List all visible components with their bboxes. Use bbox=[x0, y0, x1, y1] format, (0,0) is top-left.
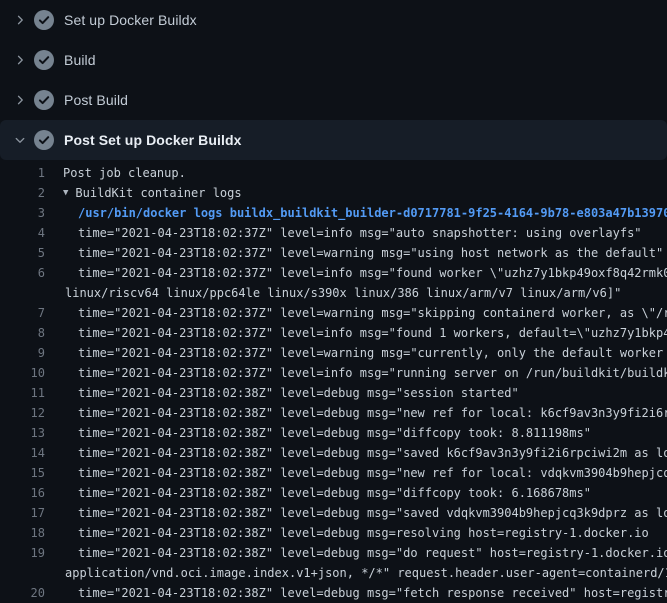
group-collapse-icon[interactable]: ▼ bbox=[63, 183, 68, 203]
log-line-text: time="2021-04-23T18:02:37Z" level=info m… bbox=[78, 263, 667, 283]
check-circle-icon bbox=[34, 50, 54, 70]
log-line: 8 time="2021-04-23T18:02:37Z" level=info… bbox=[0, 323, 667, 343]
log-line-number[interactable]: 5 bbox=[0, 243, 45, 263]
log-line-number[interactable] bbox=[0, 563, 45, 583]
log-group-title[interactable]: ▼BuildKit container logs bbox=[63, 183, 242, 203]
log-line-number[interactable]: 15 bbox=[0, 463, 45, 483]
log-line-text: time="2021-04-23T18:02:37Z" level=warnin… bbox=[78, 243, 663, 263]
log-line-number[interactable]: 13 bbox=[0, 423, 45, 443]
log-line-number[interactable]: 4 bbox=[0, 223, 45, 243]
log-line: 7 time="2021-04-23T18:02:37Z" level=warn… bbox=[0, 303, 667, 323]
step-label: Build bbox=[64, 52, 96, 68]
log-line-continuation: linux/riscv64 linux/ppc64le linux/s390x … bbox=[0, 283, 667, 303]
log-line-number[interactable]: 2 bbox=[0, 183, 45, 203]
log-line: 5 time="2021-04-23T18:02:37Z" level=warn… bbox=[0, 243, 667, 263]
check-circle-icon bbox=[34, 90, 54, 110]
log-line-number[interactable]: 16 bbox=[0, 483, 45, 503]
log-command-text: /usr/bin/docker logs buildx_buildkit_bui… bbox=[78, 203, 667, 223]
log-line: 15 time="2021-04-23T18:02:38Z" level=deb… bbox=[0, 463, 667, 483]
log-line-text: time="2021-04-23T18:02:38Z" level=debug … bbox=[78, 403, 667, 423]
log-line-number[interactable]: 3 bbox=[0, 203, 45, 223]
log-output: 1 Post job cleanup. 2 ▼BuildKit containe… bbox=[0, 160, 667, 603]
log-line-text: Post job cleanup. bbox=[63, 163, 186, 183]
log-line: 12 time="2021-04-23T18:02:38Z" level=deb… bbox=[0, 403, 667, 423]
log-line-number[interactable]: 14 bbox=[0, 443, 45, 463]
log-line-continuation: application/vnd.oci.image.index.v1+json,… bbox=[0, 563, 667, 583]
log-line-text: time="2021-04-23T18:02:37Z" level=info m… bbox=[78, 223, 642, 243]
log-line: 3 /usr/bin/docker logs buildx_buildkit_b… bbox=[0, 203, 667, 223]
log-line-text: time="2021-04-23T18:02:37Z" level=warnin… bbox=[78, 343, 667, 363]
log-line-text: time="2021-04-23T18:02:38Z" level=debug … bbox=[78, 503, 667, 523]
log-line-text: time="2021-04-23T18:02:38Z" level=debug … bbox=[78, 483, 591, 503]
log-line: 13 time="2021-04-23T18:02:38Z" level=deb… bbox=[0, 423, 667, 443]
log-line-number[interactable]: 17 bbox=[0, 503, 45, 523]
log-line: 16 time="2021-04-23T18:02:38Z" level=deb… bbox=[0, 483, 667, 503]
log-line-number[interactable]: 1 bbox=[0, 163, 45, 183]
log-line: 4 time="2021-04-23T18:02:37Z" level=info… bbox=[0, 223, 667, 243]
step-row[interactable]: Post Build bbox=[0, 80, 667, 120]
log-line: 20 time="2021-04-23T18:02:38Z" level=deb… bbox=[0, 583, 667, 603]
log-line: 6 time="2021-04-23T18:02:37Z" level=info… bbox=[0, 263, 667, 283]
log-line-text: time="2021-04-23T18:02:38Z" level=debug … bbox=[78, 583, 667, 603]
log-line-text: time="2021-04-23T18:02:38Z" level=debug … bbox=[78, 423, 591, 443]
log-line-text: time="2021-04-23T18:02:38Z" level=debug … bbox=[78, 443, 667, 463]
step-label: Post Set up Docker Buildx bbox=[64, 132, 242, 148]
log-line-number[interactable]: 18 bbox=[0, 523, 45, 543]
step-row[interactable]: Set up Docker Buildx bbox=[0, 0, 667, 40]
workflow-log-viewer: Set up Docker Buildx Build bbox=[0, 0, 667, 603]
log-line-number[interactable]: 10 bbox=[0, 363, 45, 383]
log-line-number[interactable]: 7 bbox=[0, 303, 45, 323]
step-row[interactable]: Post Set up Docker Buildx bbox=[0, 120, 667, 160]
log-line: 18 time="2021-04-23T18:02:38Z" level=deb… bbox=[0, 523, 667, 543]
log-line-text: time="2021-04-23T18:02:38Z" level=debug … bbox=[78, 463, 667, 483]
log-line: 11 time="2021-04-23T18:02:38Z" level=deb… bbox=[0, 383, 667, 403]
log-line-number[interactable] bbox=[0, 283, 45, 303]
step-label: Post Build bbox=[64, 92, 128, 108]
log-line-text: time="2021-04-23T18:02:37Z" level=warnin… bbox=[78, 303, 667, 323]
log-line: 2 ▼BuildKit container logs bbox=[0, 183, 667, 203]
log-line: 14 time="2021-04-23T18:02:38Z" level=deb… bbox=[0, 443, 667, 463]
log-line-number[interactable]: 8 bbox=[0, 323, 45, 343]
log-line-number[interactable]: 11 bbox=[0, 383, 45, 403]
log-line-number[interactable]: 6 bbox=[0, 263, 45, 283]
log-line-text: time="2021-04-23T18:02:37Z" level=info m… bbox=[78, 363, 667, 383]
check-circle-icon bbox=[34, 130, 54, 150]
log-line-text: time="2021-04-23T18:02:38Z" level=debug … bbox=[78, 543, 667, 563]
step-label: Set up Docker Buildx bbox=[64, 12, 197, 28]
log-line-text: linux/riscv64 linux/ppc64le linux/s390x … bbox=[65, 283, 621, 303]
check-circle-icon bbox=[34, 10, 54, 30]
step-row[interactable]: Build bbox=[0, 40, 667, 80]
log-line-text: time="2021-04-23T18:02:37Z" level=info m… bbox=[78, 323, 667, 343]
chevron-right-icon bbox=[12, 14, 28, 26]
chevron-down-icon bbox=[12, 134, 28, 146]
log-line-number[interactable]: 12 bbox=[0, 403, 45, 423]
step-list: Set up Docker Buildx Build bbox=[0, 0, 667, 160]
chevron-right-icon bbox=[12, 54, 28, 66]
log-line-number[interactable]: 9 bbox=[0, 343, 45, 363]
log-line-text: time="2021-04-23T18:02:38Z" level=debug … bbox=[78, 523, 649, 543]
log-line: 19 time="2021-04-23T18:02:38Z" level=deb… bbox=[0, 543, 667, 563]
chevron-right-icon bbox=[12, 94, 28, 106]
log-line-text: application/vnd.oci.image.index.v1+json,… bbox=[65, 563, 667, 583]
log-line-number[interactable]: 19 bbox=[0, 543, 45, 563]
log-line: 17 time="2021-04-23T18:02:38Z" level=deb… bbox=[0, 503, 667, 523]
log-line: 1 Post job cleanup. bbox=[0, 163, 667, 183]
log-line-number[interactable]: 20 bbox=[0, 583, 45, 603]
log-line-text: time="2021-04-23T18:02:38Z" level=debug … bbox=[78, 383, 519, 403]
log-line: 9 time="2021-04-23T18:02:37Z" level=warn… bbox=[0, 343, 667, 363]
log-line: 10 time="2021-04-23T18:02:37Z" level=inf… bbox=[0, 363, 667, 383]
